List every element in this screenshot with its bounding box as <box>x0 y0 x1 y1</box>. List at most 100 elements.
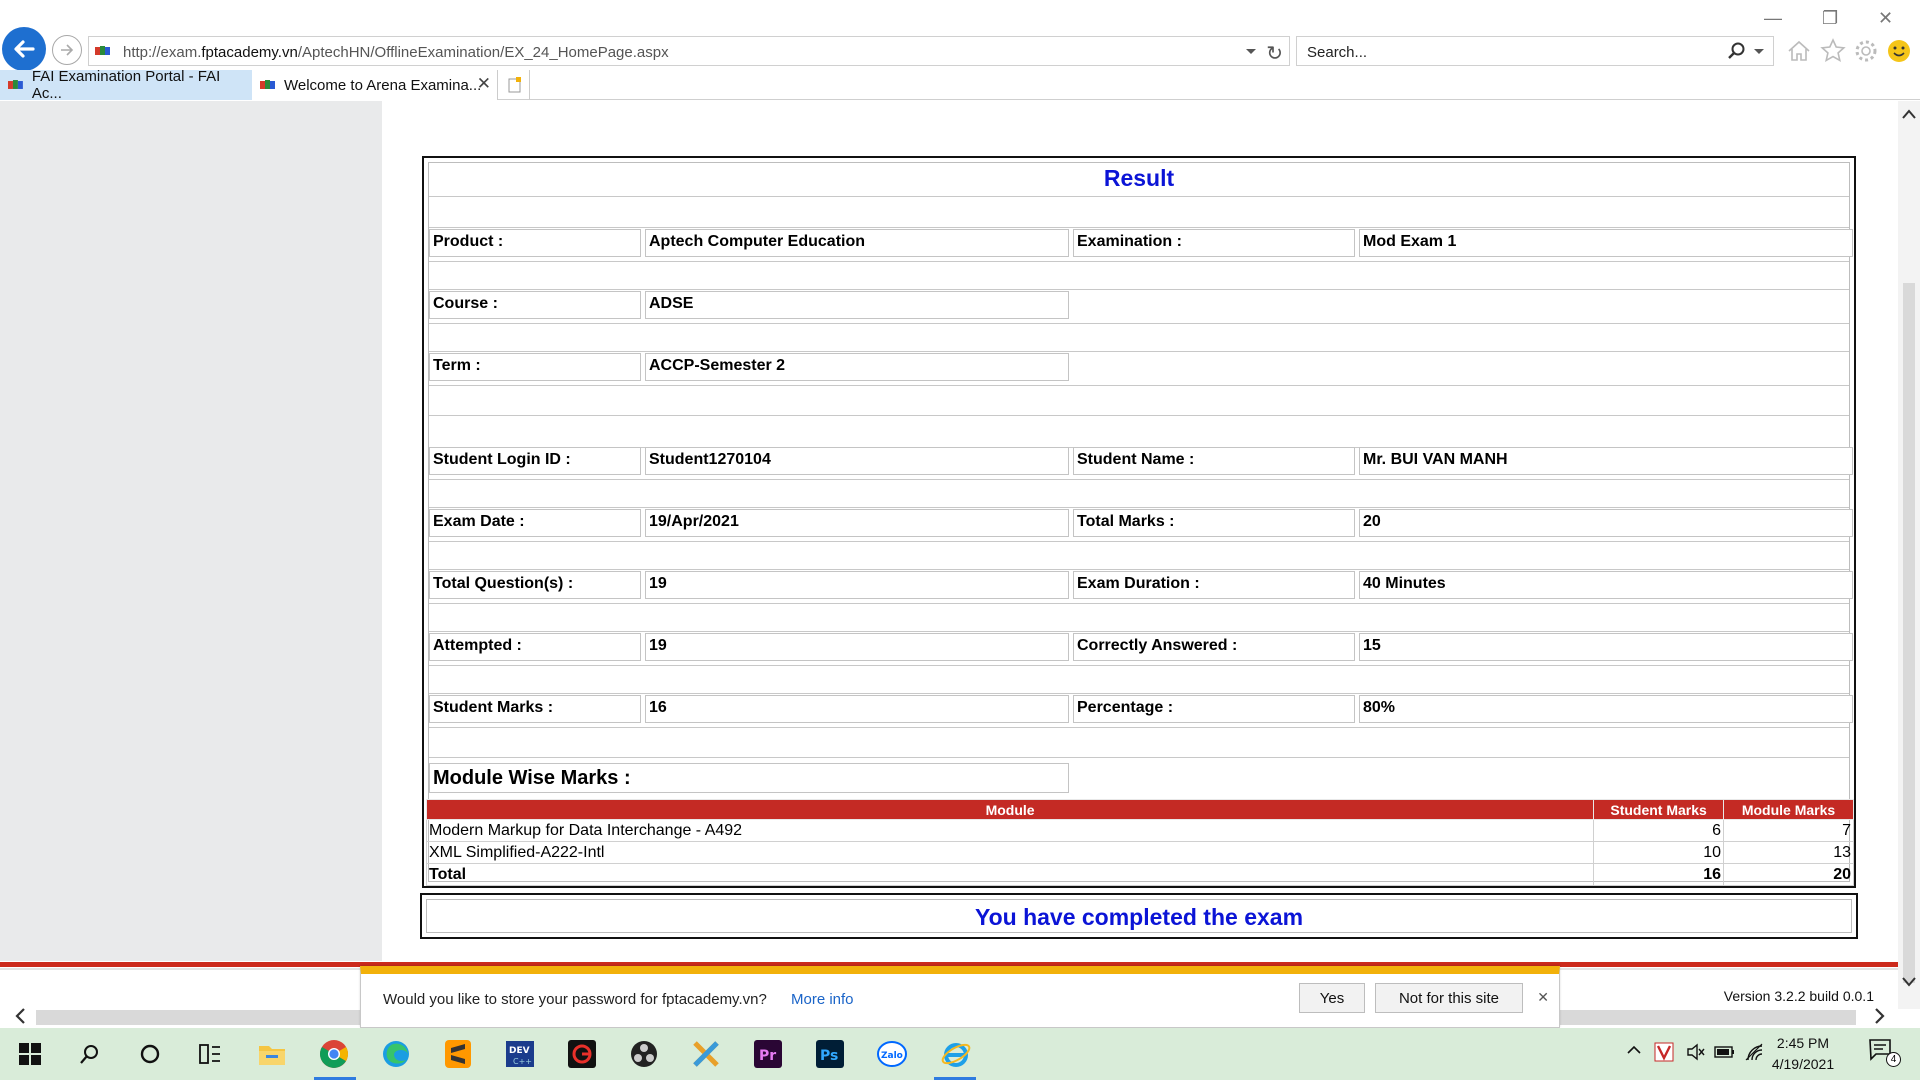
row-divider <box>429 415 1849 416</box>
correctly-answered-label: Correctly Answered : <box>1073 633 1355 661</box>
gear-icon[interactable] <box>1853 38 1879 64</box>
percentage-value: 80% <box>1359 695 1853 723</box>
internet-explorer-icon[interactable] <box>938 1036 974 1072</box>
new-tab-button[interactable] <box>500 70 530 100</box>
search-icon[interactable] <box>72 1036 108 1072</box>
tab-fai-examination-portal[interactable]: FAI Examination Portal - FAI Ac... <box>0 68 252 102</box>
smiley-feedback-icon[interactable] <box>1886 38 1912 64</box>
screen: http://exam.fptacademy.vn/AptechHN/Offli… <box>0 0 1920 1080</box>
student-name-label: Student Name : <box>1073 447 1355 475</box>
home-icon[interactable] <box>1786 38 1812 64</box>
photoshop-icon[interactable]: Ps <box>812 1036 848 1072</box>
student-name-value: Mr. BUI VAN MANH <box>1359 447 1853 475</box>
total-module-marks: 20 <box>1723 863 1854 886</box>
row-divider <box>429 693 1849 694</box>
more-info-link[interactable]: More info <box>791 991 854 1008</box>
chevron-up-icon[interactable] <box>1626 1042 1642 1058</box>
favorites-star-icon[interactable] <box>1820 38 1846 64</box>
search-placeholder: Search... <box>1307 44 1368 61</box>
svg-text:C++: C++ <box>513 1057 532 1066</box>
sublime-text-icon[interactable] <box>440 1036 476 1072</box>
clock-time: 2:45 PM <box>1776 1035 1830 1051</box>
back-button[interactable] <box>2 27 46 71</box>
exam-date-value: 19/Apr/2021 <box>645 509 1069 537</box>
row-divider <box>429 631 1849 632</box>
search-icon[interactable] <box>1727 41 1747 61</box>
taskbar: DEV C++ Pr Ps Zalo 2:45 PM 4/19/2021 4 <box>0 1028 1920 1080</box>
student-login-value: Student1270104 <box>645 447 1069 475</box>
row-divider <box>429 289 1849 290</box>
site-favicon-icon <box>8 80 23 89</box>
battery-icon[interactable] <box>1714 1042 1736 1062</box>
chevron-down-icon[interactable] <box>1245 48 1257 56</box>
correctly-answered-value: 15 <box>1359 633 1853 661</box>
module-marks-cell: 7 <box>1723 819 1854 842</box>
chevron-left-icon[interactable] <box>14 1008 26 1024</box>
notification-center-button[interactable]: 4 <box>1868 1038 1902 1068</box>
windows-start-icon[interactable] <box>12 1036 48 1072</box>
tab-bar: FAI Examination Portal - FAI Ac... Welco… <box>0 68 1920 102</box>
vertical-scrollbar[interactable] <box>1898 101 1920 1009</box>
attempted-label: Attempted : <box>429 633 641 661</box>
search-box[interactable]: Search... <box>1296 36 1774 66</box>
attempted-value: 19 <box>645 633 1069 661</box>
exam-date-label: Exam Date : <box>429 509 641 537</box>
yes-button[interactable]: Yes <box>1299 983 1365 1013</box>
row-divider <box>429 507 1849 508</box>
row-divider <box>429 227 1849 228</box>
result-title: Result <box>429 165 1849 197</box>
chevron-down-icon[interactable] <box>1902 977 1916 987</box>
garena-icon[interactable] <box>564 1036 600 1072</box>
student-marks-cell: 6 <box>1593 819 1725 842</box>
not-for-this-site-button[interactable]: Not for this site <box>1375 983 1523 1013</box>
premiere-icon[interactable]: Pr <box>750 1036 786 1072</box>
module-wise-marks-label: Module Wise Marks : <box>429 763 1069 793</box>
restore-button[interactable]: ❐ <box>1822 8 1838 29</box>
refresh-icon[interactable]: ↻ <box>1266 41 1283 66</box>
system-clock[interactable]: 2:45 PM 4/19/2021 <box>1760 1033 1846 1075</box>
antivirus-icon[interactable] <box>1654 1042 1674 1062</box>
tab-label: Welcome to Arena Examina... <box>284 76 482 94</box>
chevron-down-icon[interactable] <box>1753 48 1765 56</box>
site-favicon-icon <box>95 46 110 55</box>
close-tab-icon[interactable]: ✕ <box>477 74 491 94</box>
volume-muted-icon[interactable] <box>1686 1042 1706 1062</box>
module-name: XML Simplified-A222-Intl <box>425 841 1595 864</box>
edge-icon[interactable] <box>378 1036 414 1072</box>
file-explorer-icon[interactable] <box>254 1036 290 1072</box>
tab-welcome-arena[interactable]: Welcome to Arena Examina... ✕ <box>252 70 498 100</box>
new-tab-icon <box>508 77 521 93</box>
chevron-right-icon[interactable] <box>1874 1008 1886 1024</box>
total-student-marks: 16 <box>1593 863 1725 886</box>
address-bar[interactable]: http://exam.fptacademy.vn/AptechHN/Offli… <box>88 36 1290 66</box>
chevron-up-icon[interactable] <box>1902 109 1916 119</box>
course-label: Course : <box>429 291 641 319</box>
result-inner: Result Product : Aptech Computer Educati… <box>425 162 1854 886</box>
total-label: Total <box>425 863 1595 886</box>
chrome-icon[interactable] <box>316 1036 352 1072</box>
column-header-module: Module <box>425 799 1595 820</box>
table-header-row: Module Student Marks Module Marks <box>425 799 1854 820</box>
notification-count-badge: 4 <box>1886 1052 1901 1067</box>
xmind-icon[interactable] <box>688 1036 724 1072</box>
column-header-module-marks: Module Marks <box>1723 799 1854 820</box>
row-divider <box>429 727 1849 728</box>
devcpp-icon[interactable]: DEV C++ <box>502 1036 538 1072</box>
arrow-left-icon <box>14 40 35 58</box>
save-password-notification: Would you like to store your password fo… <box>360 966 1560 1028</box>
close-window-button[interactable]: ✕ <box>1878 8 1893 29</box>
url-text: http://exam.fptacademy.vn/AptechHN/Offli… <box>123 44 669 61</box>
cortana-icon[interactable] <box>132 1036 168 1072</box>
zalo-icon[interactable]: Zalo <box>874 1036 910 1072</box>
table-total-row: Total 16 20 <box>425 863 1854 886</box>
examination-label: Examination : <box>1073 229 1355 257</box>
scrollbar-thumb[interactable] <box>1903 283 1915 983</box>
site-favicon-icon <box>260 80 275 89</box>
task-view-icon[interactable] <box>192 1036 228 1072</box>
close-icon[interactable]: ✕ <box>1537 989 1549 1006</box>
obs-icon[interactable] <box>626 1036 662 1072</box>
row-divider <box>429 351 1849 352</box>
minimize-button[interactable]: — <box>1764 8 1782 29</box>
forward-button[interactable] <box>52 35 82 65</box>
total-marks-label: Total Marks : <box>1073 509 1355 537</box>
